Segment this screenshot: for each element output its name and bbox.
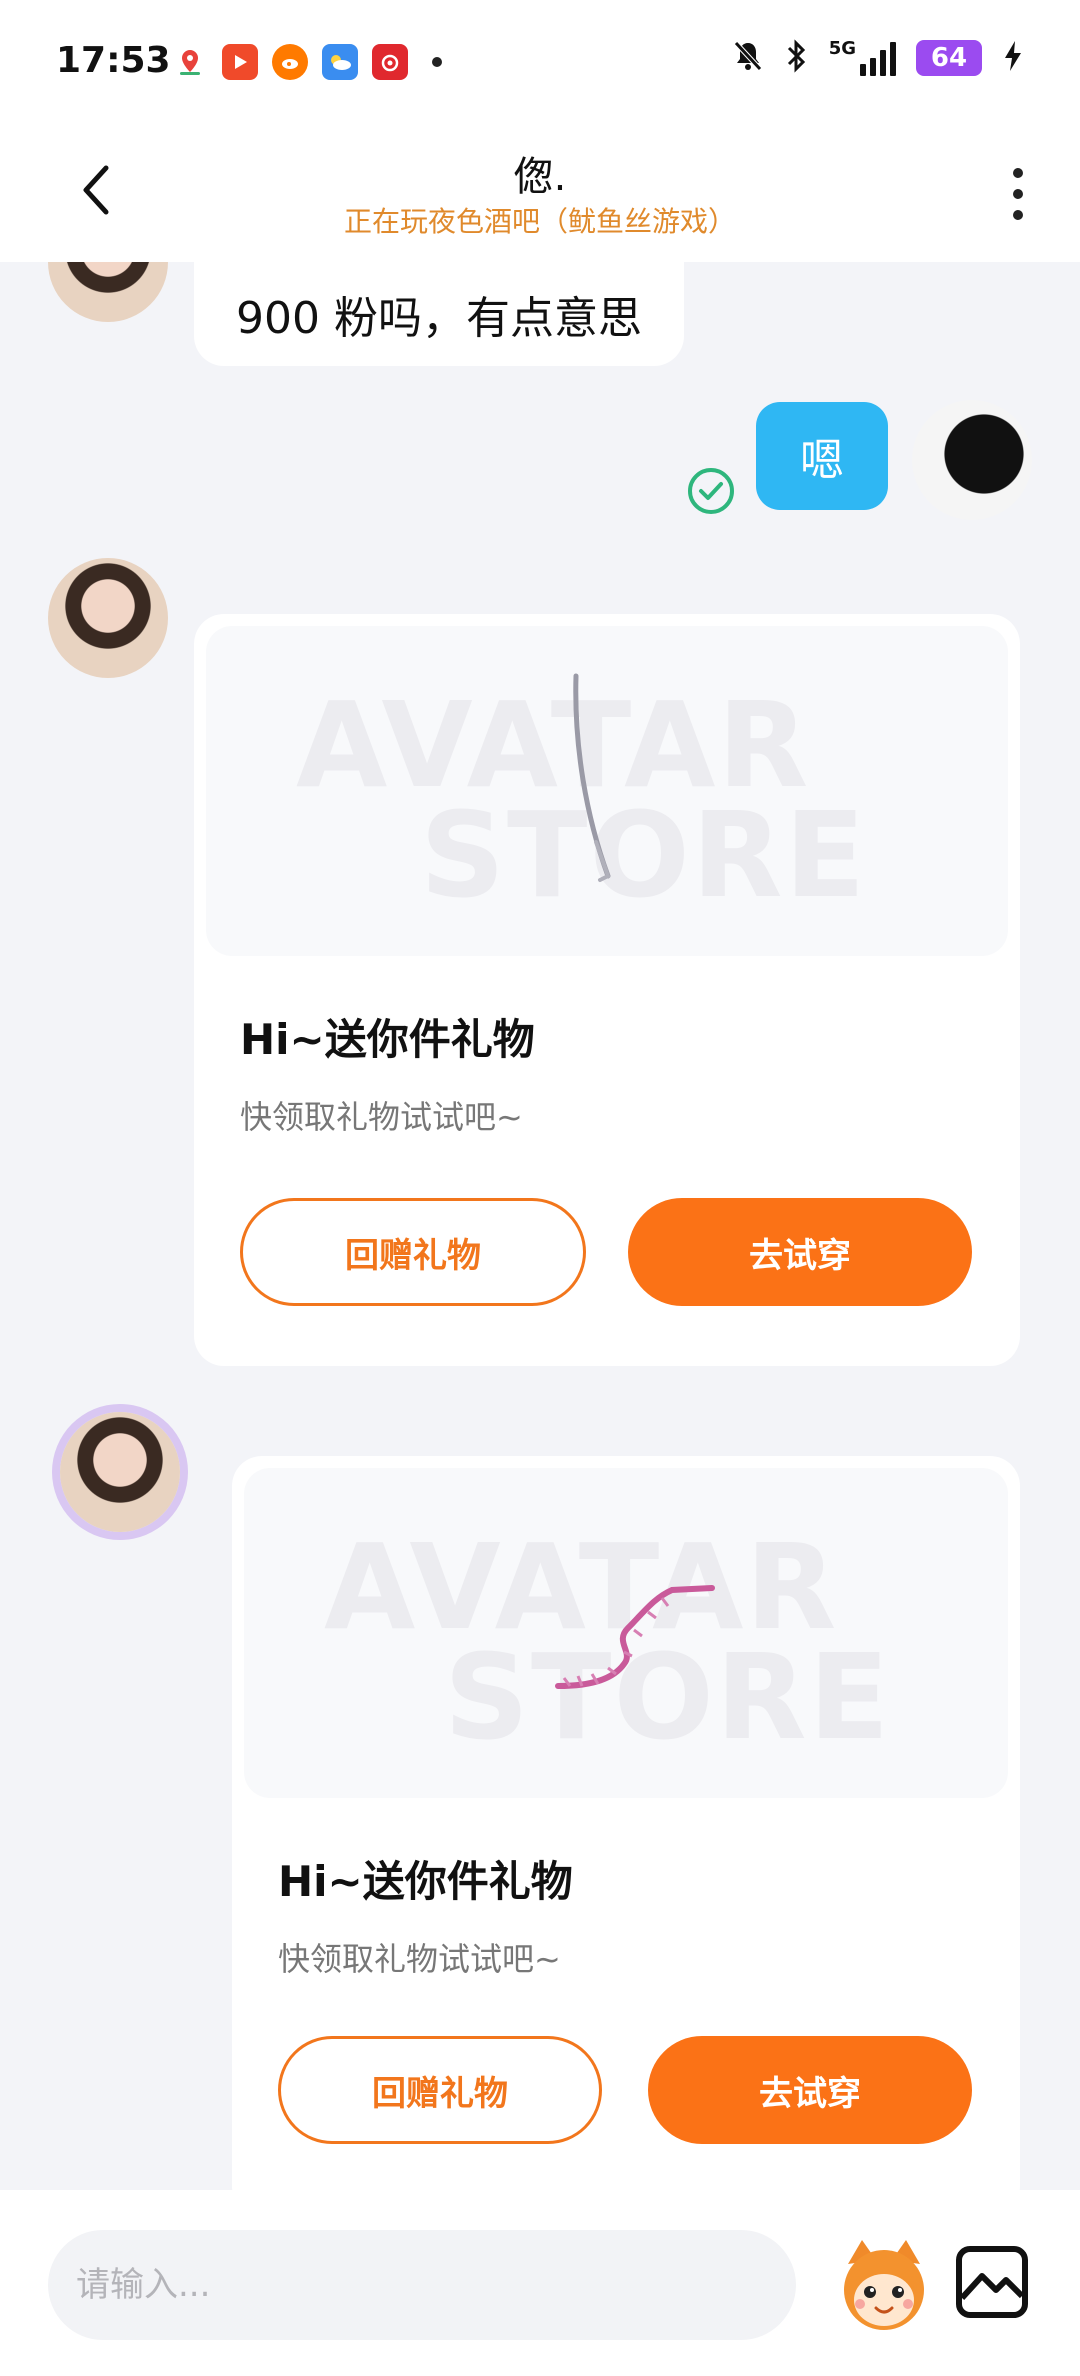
- contact-avatar[interactable]: [48, 262, 168, 322]
- status-indicators: 5G 64: [731, 38, 1024, 78]
- mascot-icon: [844, 2240, 924, 2330]
- outgoing-message-bubble[interactable]: 嗯: [756, 402, 888, 510]
- return-gift-button[interactable]: 回赠礼物: [278, 2036, 602, 2144]
- mute-bell-icon: [731, 39, 765, 77]
- video-icon: [222, 44, 258, 80]
- status-bar: 17:53 5G 64: [0, 0, 1080, 128]
- gift-preview-image[interactable]: AVATAR STORE: [244, 1468, 1008, 1798]
- avatar-store-watermark: STORE: [420, 786, 868, 924]
- signal-strength-icon: [860, 40, 896, 76]
- mascot-emoji-button[interactable]: [832, 2234, 936, 2338]
- gift-card-description: 快领取礼物试试吧~: [278, 1940, 561, 1978]
- gift-card[interactable]: AVATAR STORE Hi~送你件礼物 快领取礼物试试吧~ 回赠礼物 去试穿: [232, 1456, 1020, 2190]
- notification-app-icons: [172, 44, 442, 80]
- more-dot: [1013, 189, 1023, 199]
- chat-message-list[interactable]: 900 粉吗，有点意思 嗯 AVATAR STORE Hi~送你件礼物 快领取礼…: [0, 262, 1080, 2190]
- gift-card-title: Hi~送你件礼物: [240, 1015, 535, 1064]
- gift-item-image: [555, 1585, 715, 1689]
- return-gift-button[interactable]: 回赠礼物: [240, 1198, 586, 1306]
- gift-card[interactable]: AVATAR STORE Hi~送你件礼物 快领取礼物试试吧~ 回赠礼物 去试穿: [194, 614, 1020, 1366]
- bluetooth-icon: [785, 38, 809, 78]
- network-type: 5G: [828, 38, 856, 59]
- chat-contact-name: 偬.: [513, 154, 567, 200]
- incoming-message-bubble[interactable]: 900 粉吗，有点意思: [194, 262, 684, 366]
- netease-music-icon: [372, 44, 408, 80]
- try-on-button[interactable]: 去试穿: [628, 1198, 972, 1306]
- image-picker-button[interactable]: [956, 2246, 1028, 2318]
- weather-icon: [322, 44, 358, 80]
- battery-level: 64: [916, 40, 982, 76]
- charging-icon: [1002, 39, 1024, 77]
- more-notifications-dot: [432, 57, 442, 67]
- map-icon: [172, 44, 208, 80]
- gift-preview-image[interactable]: AVATAR STORE: [206, 626, 1008, 956]
- status-time: 17:53: [56, 40, 171, 81]
- contact-avatar[interactable]: [48, 558, 168, 678]
- message-input-bar: [0, 2190, 1080, 2376]
- more-dot: [1013, 168, 1023, 178]
- more-dot: [1013, 210, 1023, 220]
- gift-item-image: [573, 673, 611, 882]
- read-receipt-icon: [688, 468, 734, 514]
- message-input[interactable]: [48, 2230, 796, 2340]
- gift-card-description: 快领取礼物试试吧~: [240, 1098, 523, 1136]
- contact-avatar-framed[interactable]: [60, 1412, 180, 1532]
- more-options-button[interactable]: [998, 162, 1038, 226]
- weibo-icon: [272, 44, 308, 80]
- my-avatar[interactable]: [912, 400, 1032, 520]
- try-on-button[interactable]: 去试穿: [648, 2036, 972, 2144]
- gift-card-title: Hi~送你件礼物: [278, 1857, 573, 1906]
- image-icon: [962, 2273, 1022, 2301]
- chat-header: 偬. 正在玩夜色酒吧（鱿鱼丝游戏）: [0, 128, 1080, 262]
- contact-activity-status[interactable]: 正在玩夜色酒吧（鱿鱼丝游戏）: [0, 200, 1080, 240]
